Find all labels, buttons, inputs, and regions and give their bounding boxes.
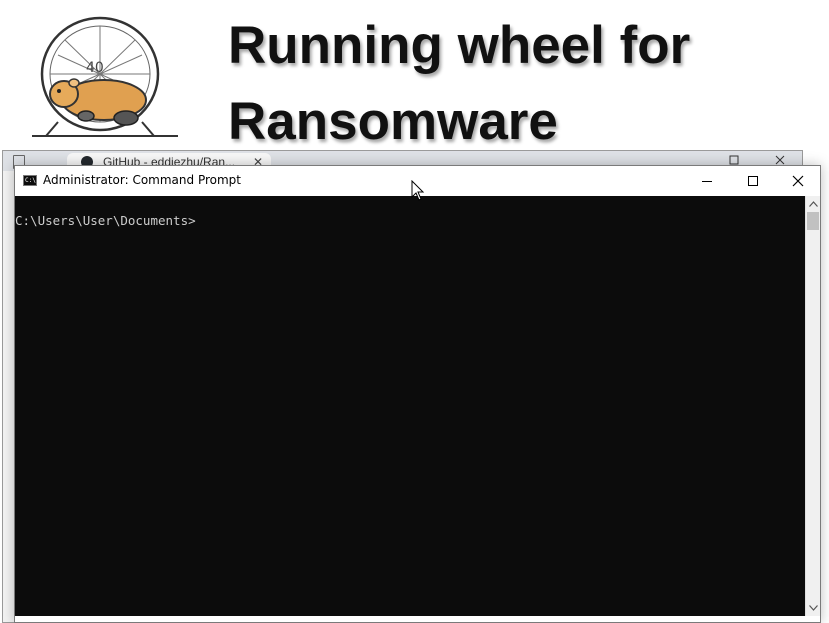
hamster-wheel-logo: 40	[28, 10, 188, 142]
close-icon	[792, 175, 804, 187]
slide-title-line2: Ransomware	[228, 92, 558, 151]
mouse-cursor-icon	[411, 180, 425, 201]
maximize-icon[interactable]	[729, 155, 739, 165]
vertical-scrollbar[interactable]	[805, 196, 820, 616]
maximize-button[interactable]	[730, 166, 776, 196]
close-button[interactable]	[775, 166, 821, 196]
svg-text:40: 40	[86, 60, 104, 76]
cmd-icon: C:\	[23, 175, 37, 186]
chevron-up-icon	[808, 201, 818, 207]
console-output[interactable]: C:\Users\User\Documents>	[15, 196, 805, 616]
scroll-down-button[interactable]	[806, 602, 820, 614]
maximize-icon	[748, 176, 758, 186]
command-prompt-window[interactable]: C:\ Administrator: Command Prompt C:\Use…	[14, 165, 821, 623]
close-icon[interactable]	[775, 155, 785, 165]
chevron-down-icon	[808, 605, 818, 611]
command-prompt-line: C:\Users\User\Documents>	[15, 213, 196, 228]
slide-title-line1: Running wheel for	[228, 16, 691, 75]
minimize-icon	[702, 181, 712, 182]
minimize-button[interactable]	[684, 166, 730, 196]
cmd-window-title: Administrator: Command Prompt	[43, 173, 241, 187]
scrollbar-thumb[interactable]	[807, 212, 819, 230]
slide-title: Running wheel for Ransomware	[228, 8, 818, 160]
scroll-up-button[interactable]	[806, 198, 820, 210]
